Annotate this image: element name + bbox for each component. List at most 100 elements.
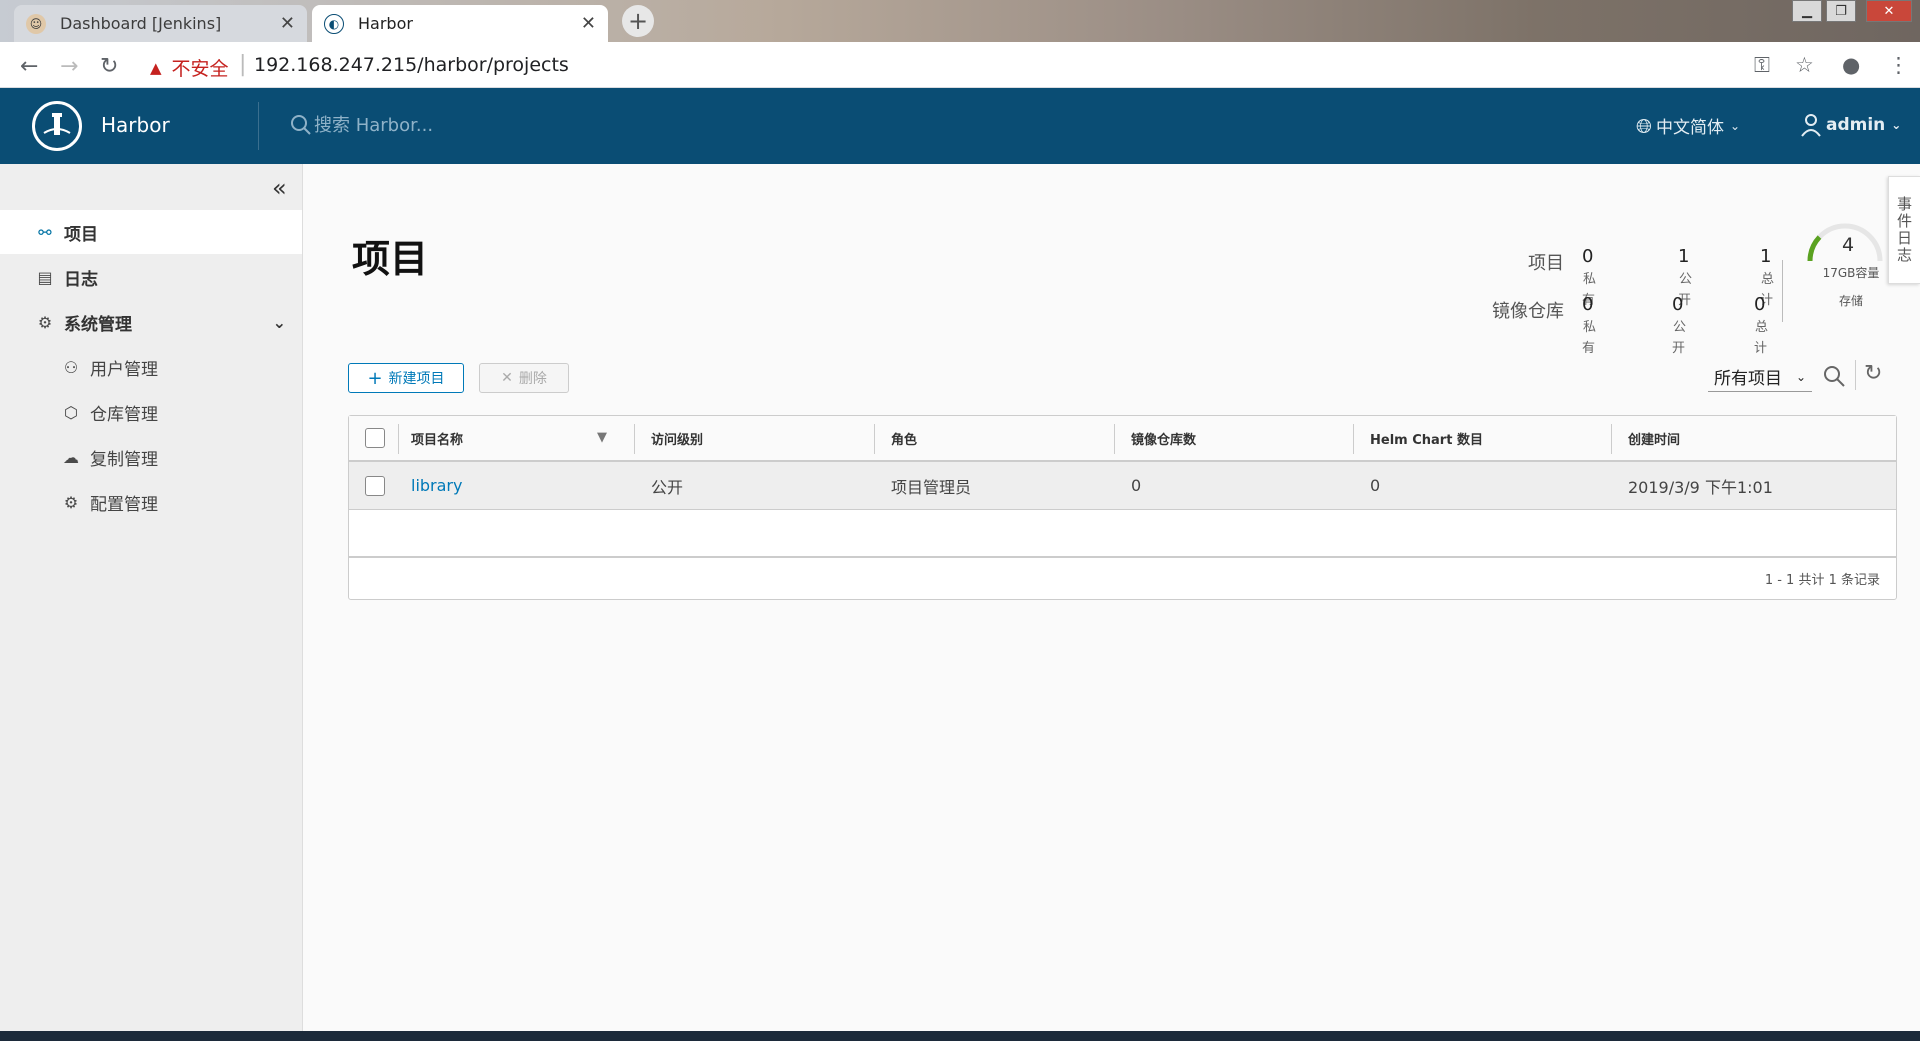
close-icon: ✕ <box>501 370 513 386</box>
column-header-access[interactable]: 访问级别 <box>651 416 703 460</box>
language-selector[interactable]: 🌐︎ 中文简体 ⌄ <box>1636 113 1740 139</box>
stat-repos-private: 0私有 <box>1582 294 1597 356</box>
column-separator <box>1114 424 1115 454</box>
column-separator <box>398 424 399 454</box>
harbor-logo-icon[interactable] <box>32 101 82 151</box>
sidebar-item-projects[interactable]: ⚯ 项目 <box>0 210 302 254</box>
new-project-button[interactable]: + 新建项目 <box>348 363 464 393</box>
select-all-checkbox[interactable] <box>365 428 385 448</box>
cell-access: 公开 <box>651 477 684 497</box>
stats-divider <box>1782 260 1783 322</box>
admin-icon: ⚙ <box>37 312 53 332</box>
user-menu[interactable]: admin ⌄ <box>1800 113 1901 137</box>
stat-label-repositories: 镜像仓库 <box>1492 301 1564 322</box>
delete-button[interactable]: ✕ 删除 <box>479 363 569 393</box>
global-search[interactable] <box>290 114 534 136</box>
minimize-button[interactable]: ▁ <box>1792 0 1822 22</box>
column-header-label: 角色 <box>891 432 918 448</box>
column-header-label: 访问级别 <box>651 432 704 448</box>
app-brand[interactable]: Harbor <box>101 113 170 137</box>
tab-title: Dashboard [Jenkins] <box>60 14 222 33</box>
menu-kebab-icon[interactable]: ⋮ <box>1888 53 1909 77</box>
tab-title: Harbor <box>358 14 413 33</box>
replication-icon: ☁ <box>63 447 79 467</box>
forward-icon[interactable]: → <box>60 54 78 79</box>
sidebar-item-config[interactable]: ⚙ 配置管理 <box>0 480 302 524</box>
pagination-summary: 1 - 1 共计 1 条记录 <box>1764 573 1880 588</box>
reload-icon[interactable]: ↻ <box>100 54 118 79</box>
sidebar-item-users[interactable]: ⚇ 用户管理 <box>0 345 302 389</box>
column-header-charts[interactable]: Helm Chart 数目 <box>1370 416 1483 460</box>
column-header-label: 镜像仓库数 <box>1131 432 1197 448</box>
new-tab-button[interactable]: + <box>622 5 654 37</box>
browser-tab-bar: ☺ Dashboard [Jenkins] ✕ ◐ Harbor ✕ + ▁ ❐… <box>0 0 1920 42</box>
profile-icon[interactable]: ● <box>1842 53 1860 77</box>
browser-tab-jenkins[interactable]: ☺ Dashboard [Jenkins] ✕ <box>14 5 307 42</box>
row-checkbox[interactable] <box>365 475 385 496</box>
language-label: 中文简体 <box>1656 118 1724 138</box>
column-header-name[interactable]: 项目名称 <box>411 416 571 460</box>
sidebar-item-label: 项目 <box>64 224 98 245</box>
sidebar-item-label: 仓库管理 <box>90 404 158 425</box>
column-header-role[interactable]: 角色 <box>891 416 917 460</box>
new-project-label: 新建项目 <box>388 371 445 387</box>
table-header: 项目名称 ▼ 访问级别 角色 镜像仓库数 Helm Chart 数目 创建时间 <box>349 416 1896 462</box>
sidebar-item-replication[interactable]: ☁ 复制管理 <box>0 435 302 479</box>
cell-charts: 0 <box>1370 476 1381 495</box>
close-icon[interactable]: ✕ <box>280 13 295 34</box>
stat-repos-total: 0总计 <box>1754 294 1769 356</box>
sidebar: « ⚯ 项目 ▤ 日志 ⚙ 系统管理 ⌄ ⚇ 用户管理 ⬡ 仓库管理 ☁ 复制管… <box>0 164 303 1031</box>
stat-label-projects: 项目 <box>1528 253 1564 274</box>
security-indicator[interactable]: ▲ 不安全 <box>150 54 229 81</box>
close-icon[interactable]: ✕ <box>581 13 596 34</box>
search-input[interactable] <box>314 114 534 136</box>
browser-tab-harbor[interactable]: ◐ Harbor ✕ <box>312 5 608 42</box>
cell-created: 2019/3/9 下午1:01 <box>1628 477 1773 497</box>
storage-caption: 存储 <box>1838 294 1863 308</box>
chevron-down-icon: ⌄ <box>272 312 286 332</box>
column-header-created[interactable]: 创建时间 <box>1628 416 1680 460</box>
event-log-tab[interactable]: 事件日志 <box>1888 176 1920 284</box>
column-separator <box>634 424 635 454</box>
search-icon[interactable] <box>1822 364 1846 388</box>
filter-label: 所有项目 <box>1714 369 1782 389</box>
table-row[interactable]: library 公开 项目管理员 0 0 2019/3/9 下午1:01 <box>349 462 1896 510</box>
project-filter-select[interactable]: 所有项目 ⌄ <box>1708 362 1812 392</box>
cell-role: 项目管理员 <box>891 477 972 497</box>
sidebar-item-logs[interactable]: ▤ 日志 <box>0 255 302 299</box>
stat-repos-public: 0公开 <box>1672 294 1687 356</box>
key-icon[interactable]: ⚿ <box>1754 53 1770 78</box>
app-header: Harbor 🌐︎ 中文简体 ⌄ admin ⌄ <box>0 88 1920 164</box>
column-separator <box>1611 424 1612 454</box>
warning-icon: ▲ <box>150 58 162 77</box>
project-link[interactable]: library <box>411 476 462 495</box>
storage-gauge-fill <box>1807 235 1822 262</box>
filter-icon[interactable]: ▼ <box>597 430 607 445</box>
config-icon: ⚙ <box>63 492 79 512</box>
security-label: 不安全 <box>171 58 229 80</box>
sidebar-item-label: 用户管理 <box>90 359 158 380</box>
column-header-label: 创建时间 <box>1628 432 1681 448</box>
select-all-cell <box>365 416 385 460</box>
username: admin <box>1826 115 1886 135</box>
refresh-icon[interactable]: ↻ <box>1864 361 1882 386</box>
projects-icon: ⚯ <box>38 222 52 242</box>
back-icon[interactable]: ← <box>20 54 38 79</box>
sidebar-item-admin[interactable]: ⚙ 系统管理 ⌄ <box>0 300 302 344</box>
jenkins-favicon-icon: ☺ <box>26 13 46 34</box>
bookmark-star-icon[interactable]: ☆ <box>1795 53 1814 77</box>
cell-repos: 0 <box>1131 476 1142 495</box>
collapse-sidebar-icon[interactable]: « <box>272 174 287 202</box>
maximize-button[interactable]: ❐ <box>1826 0 1856 22</box>
column-separator <box>1353 424 1354 454</box>
delete-label: 删除 <box>518 371 547 387</box>
chevron-down-icon: ⌄ <box>1795 369 1806 384</box>
column-header-label: 项目名称 <box>411 432 464 448</box>
sidebar-item-label: 日志 <box>64 269 98 290</box>
plus-icon: + <box>367 367 383 389</box>
sidebar-item-registries[interactable]: ⬡ 仓库管理 <box>0 390 302 434</box>
column-header-repos[interactable]: 镜像仓库数 <box>1131 416 1196 460</box>
window-close-button[interactable]: ✕ <box>1866 0 1912 22</box>
sidebar-item-label: 复制管理 <box>90 449 158 470</box>
url-input[interactable]: 192.168.247.215/harbor/projects <box>254 54 569 76</box>
